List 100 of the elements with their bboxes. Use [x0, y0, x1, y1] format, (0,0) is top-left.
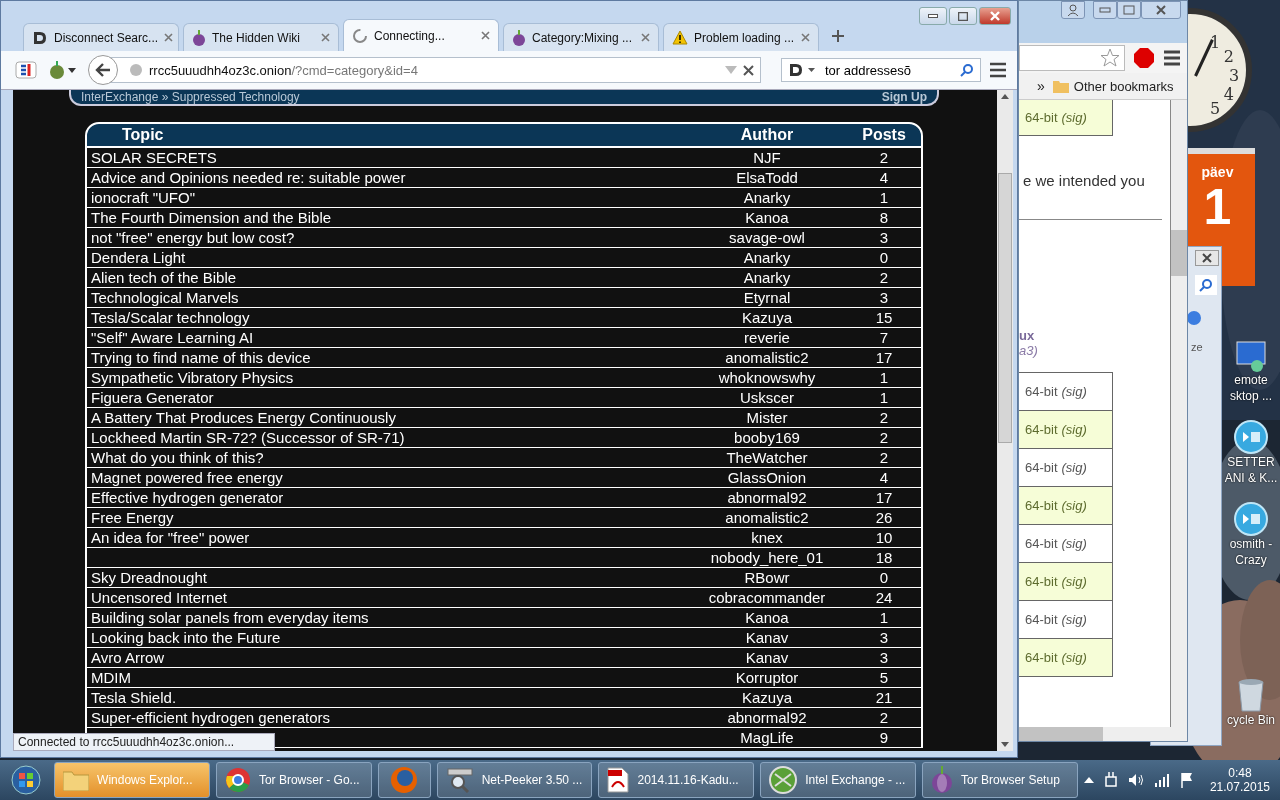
close-icon[interactable] [743, 64, 754, 76]
topic-link[interactable]: Super-efficient hydrogen generators [91, 709, 331, 726]
breadcrumb[interactable]: InterExchange » Suppressed Technology [81, 90, 300, 104]
browser-tab[interactable]: Category:Mixing ... [503, 23, 659, 51]
topic-link[interactable]: Dendera Light [91, 249, 186, 266]
topic-link[interactable]: Sky Dreadnought [91, 569, 207, 586]
recycle-bin-icon[interactable] [1236, 678, 1266, 712]
speaker-icon[interactable] [1127, 773, 1144, 787]
close-icon[interactable] [164, 33, 174, 42]
topic-link[interactable]: MDIM [91, 669, 131, 686]
topic-link[interactable]: SOLAR SECRETS [91, 149, 217, 166]
player-icon[interactable] [1234, 502, 1268, 536]
stop-sign-icon[interactable] [1133, 47, 1155, 69]
menu-icon[interactable] [1163, 50, 1181, 66]
topic-link[interactable]: Figuera Generator [91, 389, 214, 406]
topic-link[interactable]: Looking back into the Future [91, 629, 281, 646]
maximize-icon [958, 11, 968, 21]
fox-globe-icon [390, 766, 419, 794]
bookmarks-overflow[interactable]: » [1037, 78, 1045, 94]
topic-link[interactable]: Uncensored Internet [91, 589, 227, 606]
status-tooltip: Connected to rrcc5uuudhh4oz3c.onion... [13, 733, 275, 751]
maximize-button[interactable] [949, 7, 977, 25]
search-icon[interactable] [960, 63, 974, 77]
taskbar-button[interactable]: Tor Browser - Go... [215, 762, 372, 798]
topic-link[interactable]: The Fourth Dimension and the Bible [91, 209, 332, 226]
flag-icon[interactable] [1179, 772, 1194, 788]
topic-link[interactable]: Magnet powered free energy [91, 469, 283, 486]
post-count: 0 [879, 569, 889, 586]
tray-arrow-icon[interactable] [1083, 777, 1094, 783]
clock-button[interactable]: 0:48 21.07.2015 [1209, 766, 1270, 794]
monitor-icon[interactable] [1235, 340, 1267, 372]
search-button[interactable] [1195, 275, 1217, 295]
topic-link[interactable]: What do you think of this? [91, 449, 264, 466]
topic-link[interactable]: Avro Arrow [91, 649, 165, 666]
browser-tab[interactable]: Disconnect Searc... [23, 23, 179, 51]
topic-link[interactable]: Effective hydrogen generator [91, 489, 284, 506]
signal-bars-icon[interactable] [1153, 773, 1170, 787]
scrollbar[interactable] [997, 90, 1013, 751]
scroll-up-icon[interactable] [1001, 94, 1009, 99]
player-icon[interactable] [1234, 420, 1268, 454]
icon-label[interactable]: Crazy [1235, 552, 1267, 568]
close-icon[interactable] [641, 33, 650, 42]
close-icon[interactable] [481, 31, 490, 40]
topic-link[interactable]: Tesla/Scalar technology [91, 309, 250, 326]
new-tab-icon[interactable] [831, 29, 845, 43]
close-button[interactable] [1141, 1, 1181, 19]
taskbar-button[interactable]: Net-Peeker 3.50 ... [436, 762, 593, 798]
post-count: 9 [879, 729, 889, 746]
back-button[interactable] [88, 55, 118, 85]
icon-label[interactable]: cycle Bin [1227, 712, 1275, 728]
browser-tab[interactable]: Problem loading ... [663, 23, 819, 51]
topic-link[interactable]: Sympathetic Vibratory Physics [91, 369, 294, 386]
search-field[interactable]: tor addressesõ [781, 58, 981, 82]
post-count: 3 [879, 649, 889, 666]
topic-link[interactable]: "Self" Aware Learning AI [91, 329, 254, 346]
address-field[interactable]: rrcc5uuudhh4oz3c.onion/?cmd=category&id=4 [108, 57, 761, 83]
topic-link[interactable]: Building solar panels from everyday items [91, 609, 369, 626]
topic-link[interactable]: Advice and Opinions needed re: suitable power [91, 169, 406, 186]
topic-link[interactable]: Lockheed Martin SR-72? (Successor of SR-71) [91, 429, 405, 446]
close-icon[interactable] [801, 33, 810, 42]
taskbar-button[interactable]: 2014.11.16-Kadu... [598, 762, 755, 798]
sign-up-link[interactable]: Sign Up [881, 90, 927, 104]
minimize-button[interactable] [919, 7, 947, 25]
icon-label[interactable]: osmith - [1229, 536, 1273, 552]
icon-label[interactable]: SETTER [1227, 454, 1275, 470]
close-icon [989, 11, 1001, 21]
icon-label[interactable]: sktop ... [1230, 388, 1272, 404]
menu-icon[interactable] [989, 62, 1007, 78]
topic-link[interactable]: ionocraft "UFO" [91, 189, 195, 206]
browser-tab[interactable]: The Hidden Wiki [183, 23, 339, 51]
power-plug-icon[interactable] [1103, 772, 1118, 788]
topic-link[interactable]: Free Energy [91, 509, 174, 526]
topic-link[interactable]: A Battery That Produces Energy Continuously [91, 409, 396, 426]
browser-tab[interactable]: Connecting... [343, 19, 499, 51]
taskbar-button[interactable] [377, 762, 431, 798]
close-button[interactable] [1195, 250, 1219, 266]
onion-icon [192, 29, 206, 46]
close-button[interactable] [979, 7, 1011, 25]
profile-button[interactable] [1061, 1, 1085, 19]
close-icon[interactable] [321, 33, 330, 42]
shield-icon[interactable] [15, 60, 37, 80]
author-name: whoknowswhy [718, 369, 816, 386]
icon-label[interactable]: emote [1234, 372, 1268, 388]
topic-link[interactable]: not "free" energy but low cost? [91, 229, 295, 246]
icon-label[interactable]: ANI & K... [1224, 470, 1278, 486]
scrollbar[interactable] [1170, 100, 1187, 727]
topic-link[interactable]: An idea for "free" power [91, 529, 250, 546]
taskbar-button[interactable]: Intel Exchange - ... [760, 762, 917, 798]
scrollbar[interactable] [1019, 727, 1187, 741]
scroll-down-icon[interactable] [1001, 742, 1009, 747]
topic-link[interactable]: Trying to find name of this device [91, 349, 311, 366]
topic-link[interactable]: Tesla Shield. [91, 689, 177, 706]
post-count: 17 [875, 349, 893, 366]
topic-link[interactable]: Technological Marvels [91, 289, 239, 306]
author-name: savage-owl [729, 229, 805, 246]
address-field[interactable] [1019, 45, 1125, 71]
page-text: a3) [1019, 343, 1039, 358]
taskbar-button[interactable]: Tor Browser Setup [922, 762, 1078, 798]
topic-link[interactable]: Alien tech of the Bible [91, 269, 237, 286]
star-icon[interactable] [1100, 48, 1120, 68]
